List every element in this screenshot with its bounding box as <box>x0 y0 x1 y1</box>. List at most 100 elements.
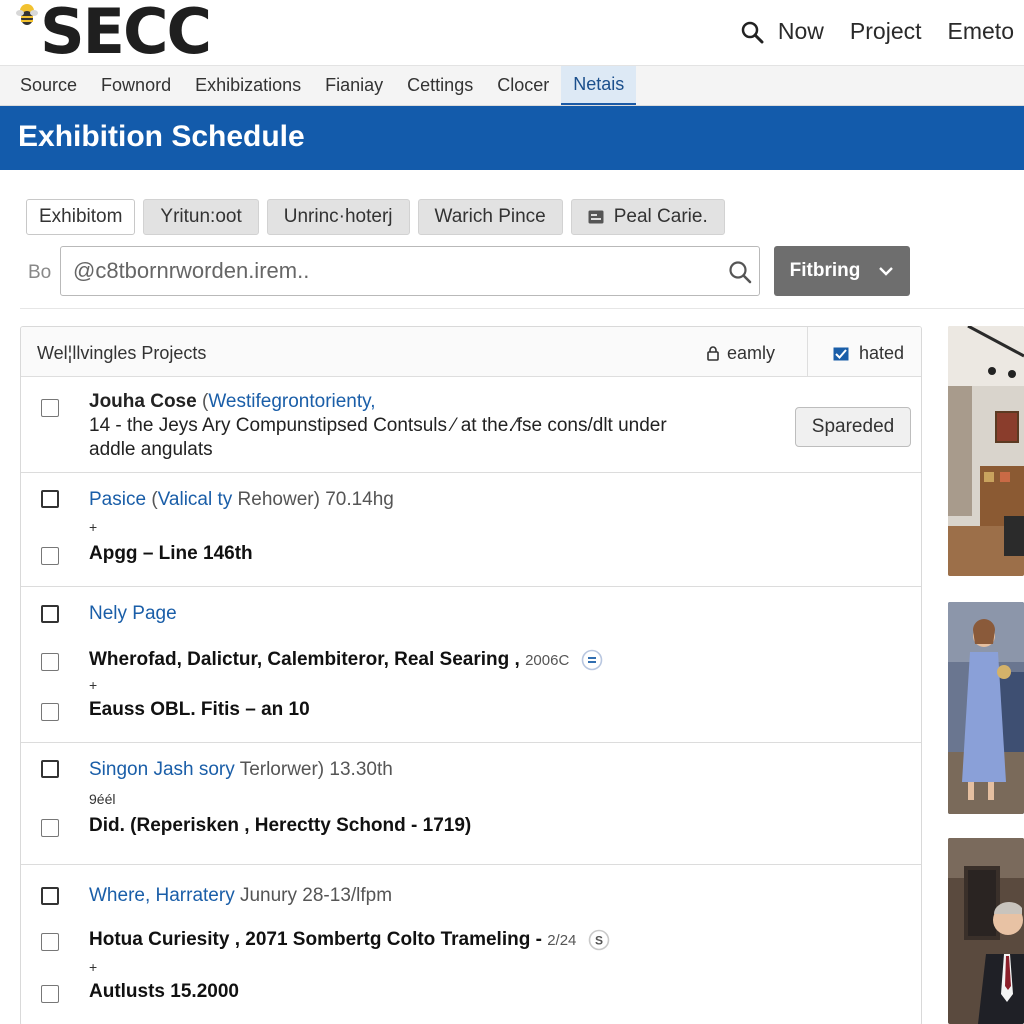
search-input[interactable] <box>73 255 713 287</box>
projects-panel: Wel¦llvingles Projects eamly hated Jouha… <box>20 326 922 1024</box>
row-small-text: 9éél <box>89 791 116 807</box>
speaker-photo[interactable] <box>948 838 1024 1024</box>
row-link[interactable]: Where, Harratery <box>89 885 235 906</box>
row-tag: 2006C <box>525 652 570 670</box>
tab-card-icon <box>588 210 604 224</box>
tab-unrinc-hoterj[interactable]: Unrinc·hoterj <box>266 199 410 235</box>
search-prefix-label: Bo <box>28 262 52 283</box>
search-icon[interactable] <box>740 20 764 44</box>
search-box <box>60 246 760 296</box>
row-link[interactable]: Singon Jash sory <box>89 759 235 780</box>
rated-label: hated <box>859 343 905 363</box>
row-sub-checkbox[interactable] <box>41 547 59 565</box>
tab-warich-pince[interactable]: Warich Pince <box>417 199 563 235</box>
chevron-down-icon <box>879 267 894 276</box>
row-checkbox[interactable] <box>41 490 59 508</box>
row-sub-checkbox[interactable] <box>41 933 59 951</box>
menu-item-fownord[interactable]: Fownord <box>89 66 183 105</box>
info-circle-icon[interactable]: S <box>588 929 610 951</box>
menu-item-exhibizations[interactable]: Exhibizations <box>183 66 313 105</box>
tab-bar: Exhibitom Yritun:oot Unrinc·hoterj Waric… <box>26 199 725 235</box>
checked-box-icon <box>833 347 849 360</box>
row-checkbox[interactable] <box>41 399 59 417</box>
menu-bar: Source Fownord Exhibizations Fianiay Cet… <box>0 66 1024 106</box>
row-detail-text: Hotua Curiesity , 2071 Sombertg Colto Tr… <box>89 929 542 951</box>
row-link-secondary[interactable]: Valical ty <box>158 489 233 510</box>
project-row: Jouha Cose (Westifegrontorienty, 14 - th… <box>21 377 921 473</box>
menu-item-fianiay[interactable]: Fianiay <box>313 66 395 105</box>
row-title-line: Singon Jash sory Terlorwer) 13.30th <box>89 759 393 781</box>
menu-item-source[interactable]: Source <box>0 66 89 105</box>
project-row: Singon Jash sory Terlorwer) 13.30th 9éél… <box>21 743 921 865</box>
panel-title: Wel¦llvingles Projects <box>37 343 207 363</box>
row-tag: 2/24 <box>547 932 577 950</box>
gallery-interior-photo[interactable] <box>948 326 1024 576</box>
search-glass-icon[interactable] <box>727 259 753 285</box>
menu-item-cettings[interactable]: Cettings <box>395 66 485 105</box>
row-detail-text: Wherofad, Dalictur, Calembiteror, Real S… <box>89 649 520 671</box>
row-plus: + <box>89 677 98 693</box>
speaker-image <box>948 838 1024 1024</box>
visitor-image <box>948 602 1024 814</box>
row-description: 14 - the Jeys Ary Compunstipsed Contsuls… <box>89 415 667 436</box>
row-meta: Rehower) 70.14hg <box>237 489 394 510</box>
row-sub-checkbox[interactable] <box>41 985 59 1003</box>
title-band: Exhibition Schedule <box>0 106 1024 170</box>
row-sub-checkbox[interactable] <box>41 703 59 721</box>
spareded-button[interactable]: Spareded <box>795 407 911 447</box>
row-sub-checkbox[interactable] <box>41 819 59 837</box>
row-checkbox[interactable] <box>41 760 59 778</box>
row-title-line: Where, Harratery Junury 28-13/lfpm <box>89 885 392 907</box>
row-title-line: Jouha Cose (Westifegrontorienty, <box>89 391 376 412</box>
row-sub-checkbox[interactable] <box>41 653 59 671</box>
row-checkbox[interactable] <box>41 605 59 623</box>
tab-yritun-oot[interactable]: Yritun:oot <box>143 199 259 235</box>
page-title: Exhibition Schedule <box>18 120 305 153</box>
nav-link-now[interactable]: Now <box>778 18 824 45</box>
visitor-photo[interactable] <box>948 602 1024 814</box>
row-link[interactable]: Nely Page <box>89 603 177 624</box>
tab-peal-carie[interactable]: Peal Carie. <box>570 199 725 235</box>
rated-filter-toggle[interactable]: hated <box>833 343 904 364</box>
row-name: Jouha Cose <box>89 391 197 412</box>
info-circle-icon[interactable] <box>581 649 603 671</box>
divider <box>20 308 1024 309</box>
menu-item-clocer[interactable]: Clocer <box>485 66 561 105</box>
row-checkbox[interactable] <box>41 887 59 905</box>
panel-header: Wel¦llvingles Projects eamly hated <box>21 327 921 377</box>
row-meta: Junury 28-13/lfpm <box>239 885 393 906</box>
header-separator <box>807 327 808 377</box>
row-detail: Did. (Reperisken , Herectty Schond - 171… <box>89 815 472 836</box>
site-logo[interactable]: SECC <box>40 0 212 70</box>
row-plus: + <box>89 519 98 535</box>
project-row: Nely Page Wherofad, Dalictur, Calembiter… <box>21 587 921 743</box>
top-nav: Now Project Emeto <box>740 18 1014 45</box>
nav-link-project[interactable]: Project <box>850 18 922 45</box>
row-description-cont: addle angulats <box>89 439 213 460</box>
tab-peal-carie-label: Peal Carie. <box>613 206 708 227</box>
project-row: Where, Harratery Junury 28-13/lfpm Hotua… <box>21 865 921 1024</box>
row-detail: Eauss OBL. Fitis – an 10 <box>89 699 310 720</box>
nav-link-emeto[interactable]: Emeto <box>948 18 1014 45</box>
row-detail: Wherofad, Dalictur, Calembiteror, Real S… <box>89 649 603 671</box>
row-link[interactable]: Pasice <box>89 489 146 510</box>
sort-early-label: eamly <box>727 343 776 363</box>
filter-button[interactable]: Fitbring <box>774 246 910 296</box>
menu-item-netais[interactable]: Netais <box>561 66 637 105</box>
row-plus: + <box>89 959 98 975</box>
row-link[interactable]: Westifegrontorienty, <box>208 391 375 412</box>
row-meta: Terlorwer) 13.30th <box>239 759 393 780</box>
row-title-line: Pasice (Valical ty Rehower) 70.14hg <box>89 489 394 510</box>
filter-button-label: Fitbring <box>789 260 861 281</box>
row-detail: Autlusts 15.2000 <box>89 981 239 1002</box>
tab-exhibitom[interactable]: Exhibitom <box>26 199 136 235</box>
top-header: SECC Now Project Emeto <box>0 0 1024 68</box>
lock-icon <box>707 346 719 361</box>
sort-early-toggle[interactable]: eamly <box>707 343 775 364</box>
row-title-line: Nely Page <box>89 603 177 625</box>
row-detail: Apgg – Line 146th <box>89 543 253 564</box>
row-detail: Hotua Curiesity , 2071 Sombertg Colto Tr… <box>89 929 610 951</box>
gallery-interior-image <box>948 326 1024 576</box>
project-row: Pasice (Valical ty Rehower) 70.14hg + Ap… <box>21 473 921 587</box>
bee-logo-icon <box>16 4 38 25</box>
